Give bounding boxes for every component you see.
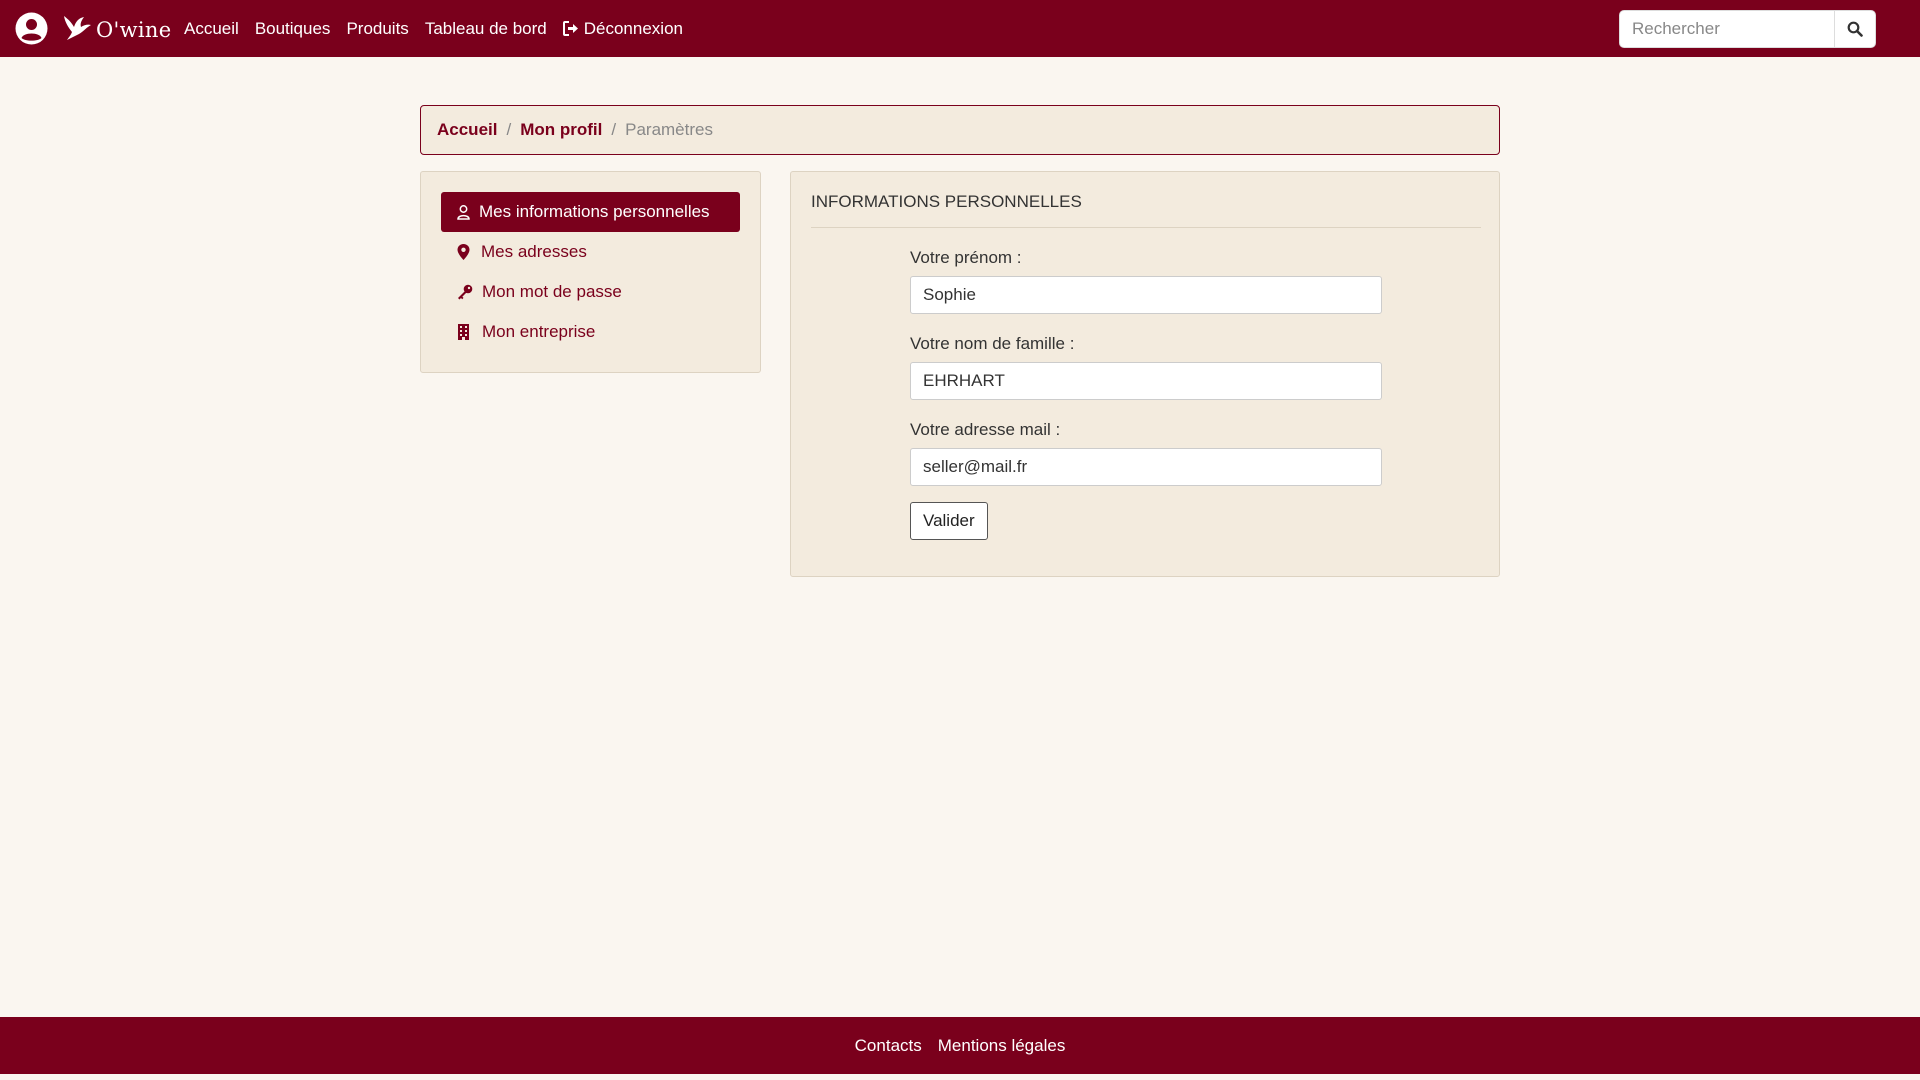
email-label: Votre adresse mail :: [910, 420, 1061, 439]
breadcrumb-current: Paramètres: [625, 120, 713, 139]
key-icon: [458, 284, 473, 300]
first-name-field[interactable]: [910, 276, 1382, 314]
nav-logout[interactable]: Déconnexion: [562, 18, 683, 39]
bird-logo-icon: [62, 12, 92, 47]
sidebar-item-label: Mes informations personnelles: [479, 202, 710, 221]
sidebar-item-label: Mes adresses: [481, 242, 587, 261]
building-icon: [458, 324, 469, 340]
nav-produits[interactable]: Produits: [346, 19, 408, 39]
top-navbar: O'wine Accueil Boutiques Produits Tablea…: [0, 0, 1920, 57]
search-icon: [1847, 21, 1863, 37]
breadcrumb-separator: /: [506, 120, 512, 139]
map-marker-icon: [457, 244, 470, 260]
last-name-field[interactable]: [910, 362, 1382, 400]
footer-legal-link[interactable]: Mentions légales: [938, 1036, 1066, 1056]
panel-title: INFORMATIONS PERSONNELLES: [811, 192, 1082, 211]
nav-boutiques[interactable]: Boutiques: [255, 19, 331, 39]
breadcrumb: Accueil / Mon profil / Paramètres: [420, 105, 1500, 155]
footer-contacts-link[interactable]: Contacts: [855, 1036, 922, 1056]
logout-label: Déconnexion: [583, 18, 683, 38]
main-nav: Accueil Boutiques Produits Tableau de bo…: [184, 0, 699, 57]
first-name-label: Votre prénom :: [910, 248, 1022, 267]
brand-home-link[interactable]: O'wine: [62, 12, 171, 47]
sidebar-item-adresses[interactable]: Mes adresses: [441, 232, 740, 272]
sign-out-icon: [562, 21, 578, 36]
brand-name: O'wine: [96, 17, 172, 42]
user-icon: [457, 204, 470, 220]
email-field[interactable]: [910, 448, 1382, 486]
breadcrumb-separator: /: [611, 120, 617, 139]
search-bar: [1619, 10, 1876, 48]
nav-accueil[interactable]: Accueil: [184, 19, 239, 39]
sidebar-item-informations[interactable]: Mes informations personnelles: [441, 192, 740, 232]
search-input[interactable]: [1619, 10, 1834, 48]
panel-divider: [811, 227, 1481, 228]
submit-button[interactable]: Valider: [910, 502, 988, 540]
breadcrumb-mon-profil[interactable]: Mon profil: [520, 120, 602, 140]
user-circle-icon[interactable]: [15, 12, 48, 45]
footer: Contacts Mentions légales: [0, 1017, 1920, 1074]
sidebar-item-label: Mon mot de passe: [482, 282, 622, 301]
sidebar-item-entreprise[interactable]: Mon entreprise: [441, 312, 740, 352]
personal-info-panel: INFORMATIONS PERSONNELLES Votre prénom :…: [790, 171, 1500, 577]
last-name-label: Votre nom de famille :: [910, 334, 1075, 353]
breadcrumb-accueil[interactable]: Accueil: [437, 120, 497, 140]
nav-tableau-de-bord[interactable]: Tableau de bord: [425, 19, 547, 39]
settings-sidebar: Mes informations personnelles Mes adress…: [420, 171, 761, 373]
search-button[interactable]: [1834, 10, 1876, 48]
sidebar-item-label: Mon entreprise: [482, 322, 596, 341]
sidebar-item-mot-de-passe[interactable]: Mon mot de passe: [441, 272, 740, 312]
